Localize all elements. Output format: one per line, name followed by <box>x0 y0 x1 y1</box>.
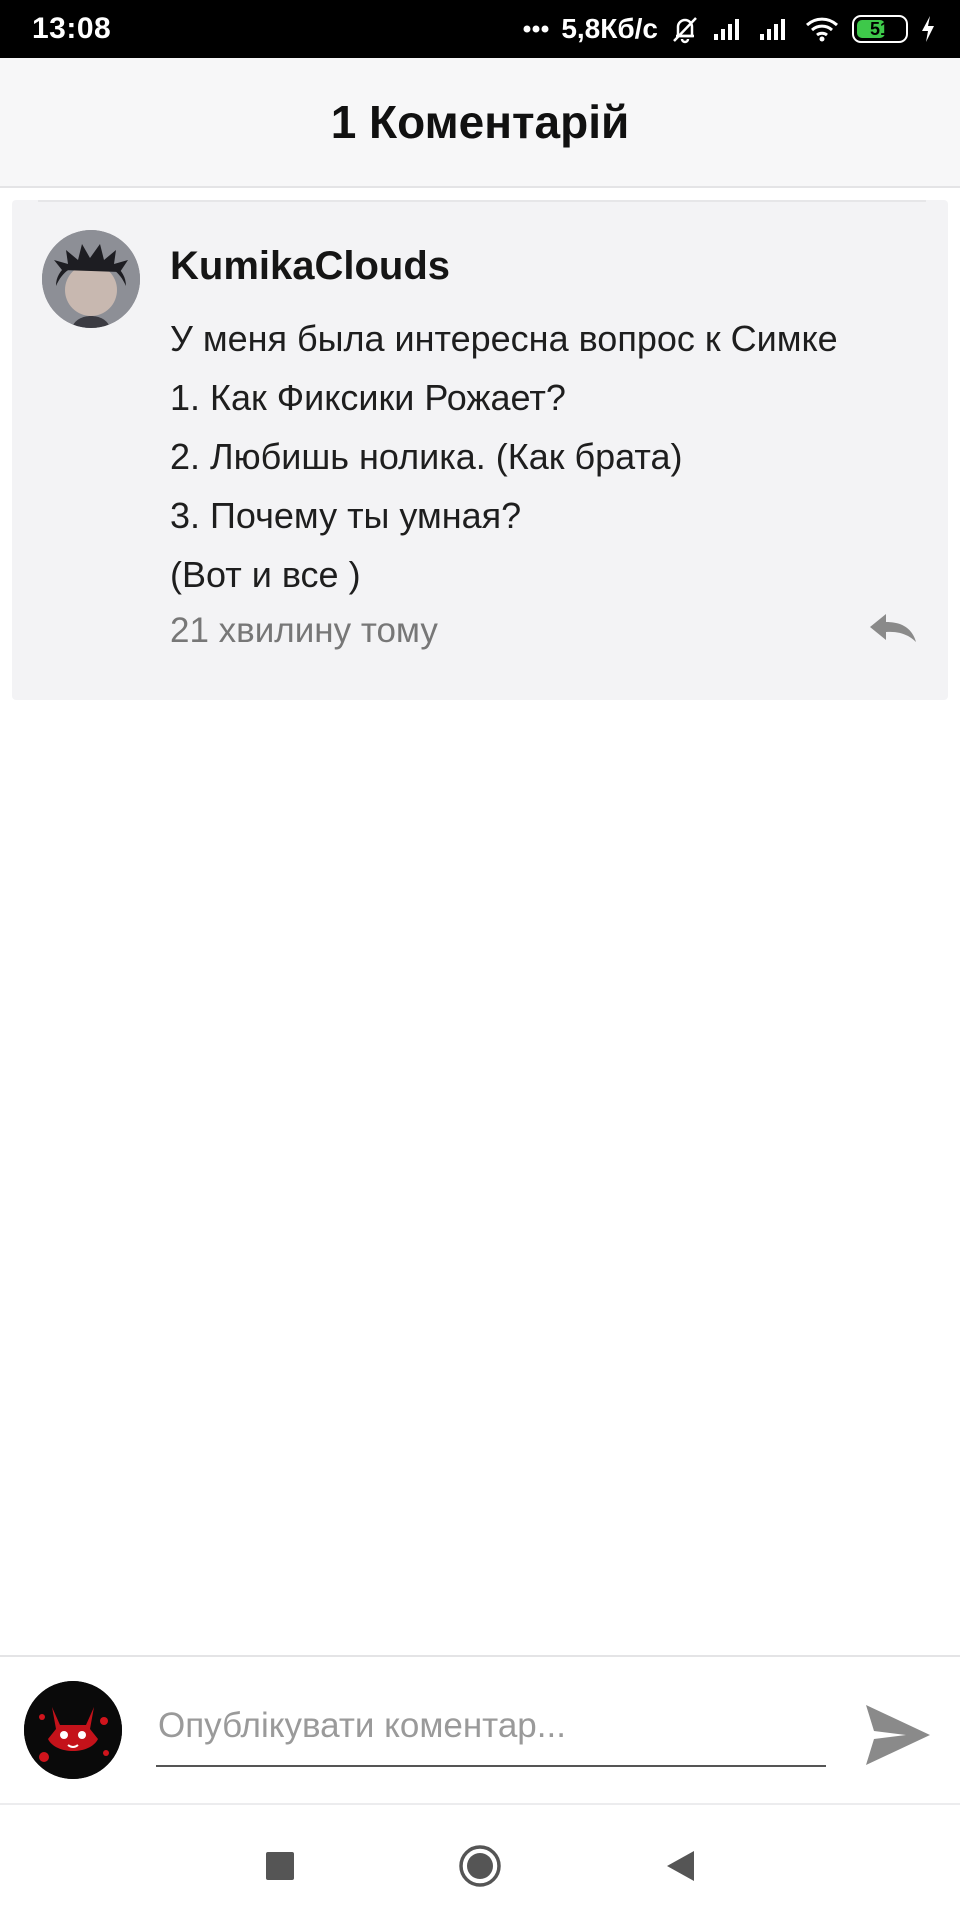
reply-icon[interactable] <box>866 610 920 651</box>
battery-level: 51 <box>869 18 891 39</box>
home-icon <box>457 1843 503 1892</box>
comment-composer <box>0 1655 960 1805</box>
comment-line: У меня была интересна вопрос к Симке <box>170 318 838 359</box>
signal-icon <box>712 16 746 42</box>
comment-line: 1. Как Фиксики Рожает? <box>170 377 566 418</box>
avatar[interactable] <box>24 1681 122 1779</box>
dots-icon <box>523 25 549 33</box>
send-icon <box>862 1705 934 1774</box>
comment-line: 2. Любишь нолика. (Как брата) <box>170 436 683 477</box>
page-title: 1 Коментарій <box>330 96 630 148</box>
status-bar: 13:08 5,8Кб/с 51 <box>0 0 960 58</box>
network-speed: 5,8Кб/с <box>561 13 658 44</box>
recents-button[interactable] <box>250 1837 310 1897</box>
system-nav-bar <box>0 1807 960 1920</box>
recents-icon <box>265 1851 295 1884</box>
comment-item: KumikaClouds У меня была интересна вопро… <box>12 200 948 700</box>
divider <box>38 200 926 202</box>
comment-timestamp: 21 хвилину тому <box>170 610 438 650</box>
comments-header: 1 Коментарій <box>0 58 960 188</box>
status-icons: 5,8Кб/с 51 <box>523 13 936 45</box>
mute-bell-icon <box>670 14 700 44</box>
comment-line: (Вот и все ) <box>170 554 361 595</box>
avatar[interactable] <box>42 230 140 328</box>
comment-line: 3. Почему ты умная? <box>170 495 522 536</box>
comment-meta: 21 хвилину тому <box>170 610 918 651</box>
back-icon <box>664 1849 696 1886</box>
comment-author[interactable]: KumikaClouds <box>170 244 918 289</box>
comment-input[interactable] <box>156 1687 826 1767</box>
charging-icon <box>920 15 936 43</box>
comment-text: У меня была интересна вопрос к Симке 1. … <box>170 309 918 604</box>
status-time: 13:08 <box>32 12 112 45</box>
send-button[interactable] <box>862 1699 934 1771</box>
back-button[interactable] <box>650 1837 710 1897</box>
wifi-icon <box>804 15 840 43</box>
home-button[interactable] <box>450 1837 510 1897</box>
signal-icon <box>758 16 792 42</box>
battery-icon: 51 <box>852 15 908 43</box>
comment-body: KumikaClouds У меня была интересна вопро… <box>170 244 918 651</box>
